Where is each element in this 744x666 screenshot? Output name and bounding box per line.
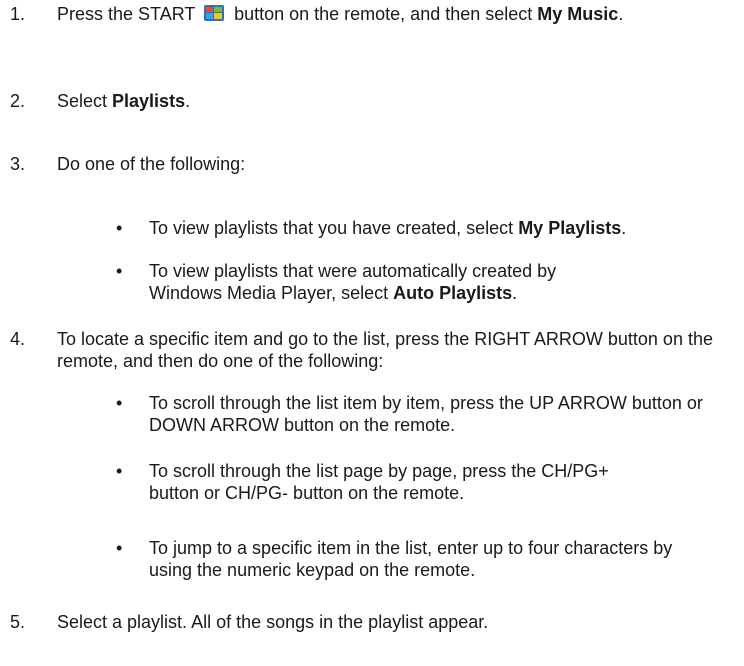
text-run: Select a playlist. All of the songs in t…: [57, 612, 489, 632]
bullet-icon: •: [116, 538, 123, 558]
menu-name-my-playlists: My Playlists: [518, 218, 622, 238]
text-run: Select: [57, 91, 113, 111]
step-text: Select Playlists.: [57, 90, 737, 112]
text-run: Do one of the following:: [57, 154, 246, 174]
instruction-document: 1. Press the START button on the remote,…: [0, 0, 744, 666]
text-run: To scroll through the list page by page,…: [149, 461, 609, 503]
step-number: 4.: [10, 329, 26, 349]
option-text: To jump to a specific item in the list, …: [149, 537, 689, 581]
step-number: 3.: [10, 154, 26, 174]
text-run: button on the remote, and then select: [229, 4, 538, 24]
option-text: To view playlists that were automaticall…: [149, 260, 579, 304]
option-text: To scroll through the list item by item,…: [149, 392, 739, 436]
text-run: To jump to a specific item in the list, …: [149, 538, 673, 580]
bullet-icon: •: [116, 218, 123, 238]
step-text: To locate a specific item and go to the …: [57, 328, 743, 372]
bullet-icon: •: [116, 393, 123, 413]
text-run: .: [618, 4, 624, 24]
step-number: 5.: [10, 612, 26, 632]
option-text: To view playlists that you have created,…: [149, 217, 739, 239]
step-text: Select a playlist. All of the songs in t…: [57, 611, 737, 633]
step-number: 2.: [10, 91, 26, 111]
bullet-icon: •: [116, 461, 123, 481]
bullet-icon: •: [116, 261, 123, 281]
text-run: To scroll through the list item by item,…: [149, 393, 703, 435]
menu-name-playlists: Playlists: [112, 91, 186, 111]
text-run: To locate a specific item and go to the …: [57, 329, 713, 371]
windows-start-icon: [204, 4, 225, 21]
option-text: To scroll through the list page by page,…: [149, 460, 649, 504]
text-run: Press the START: [57, 4, 201, 24]
text-run: To view playlists that you have created,…: [149, 218, 519, 238]
step-text: Press the START button on the remote, an…: [57, 3, 717, 25]
step-number: 1.: [10, 4, 26, 24]
menu-name-auto-playlists: Auto Playlists: [393, 283, 513, 303]
text-run: .: [621, 218, 627, 238]
text-run: .: [185, 91, 191, 111]
text-run: .: [512, 283, 518, 303]
step-text: Do one of the following:: [57, 153, 737, 175]
menu-name-my-music: My Music: [537, 4, 619, 24]
